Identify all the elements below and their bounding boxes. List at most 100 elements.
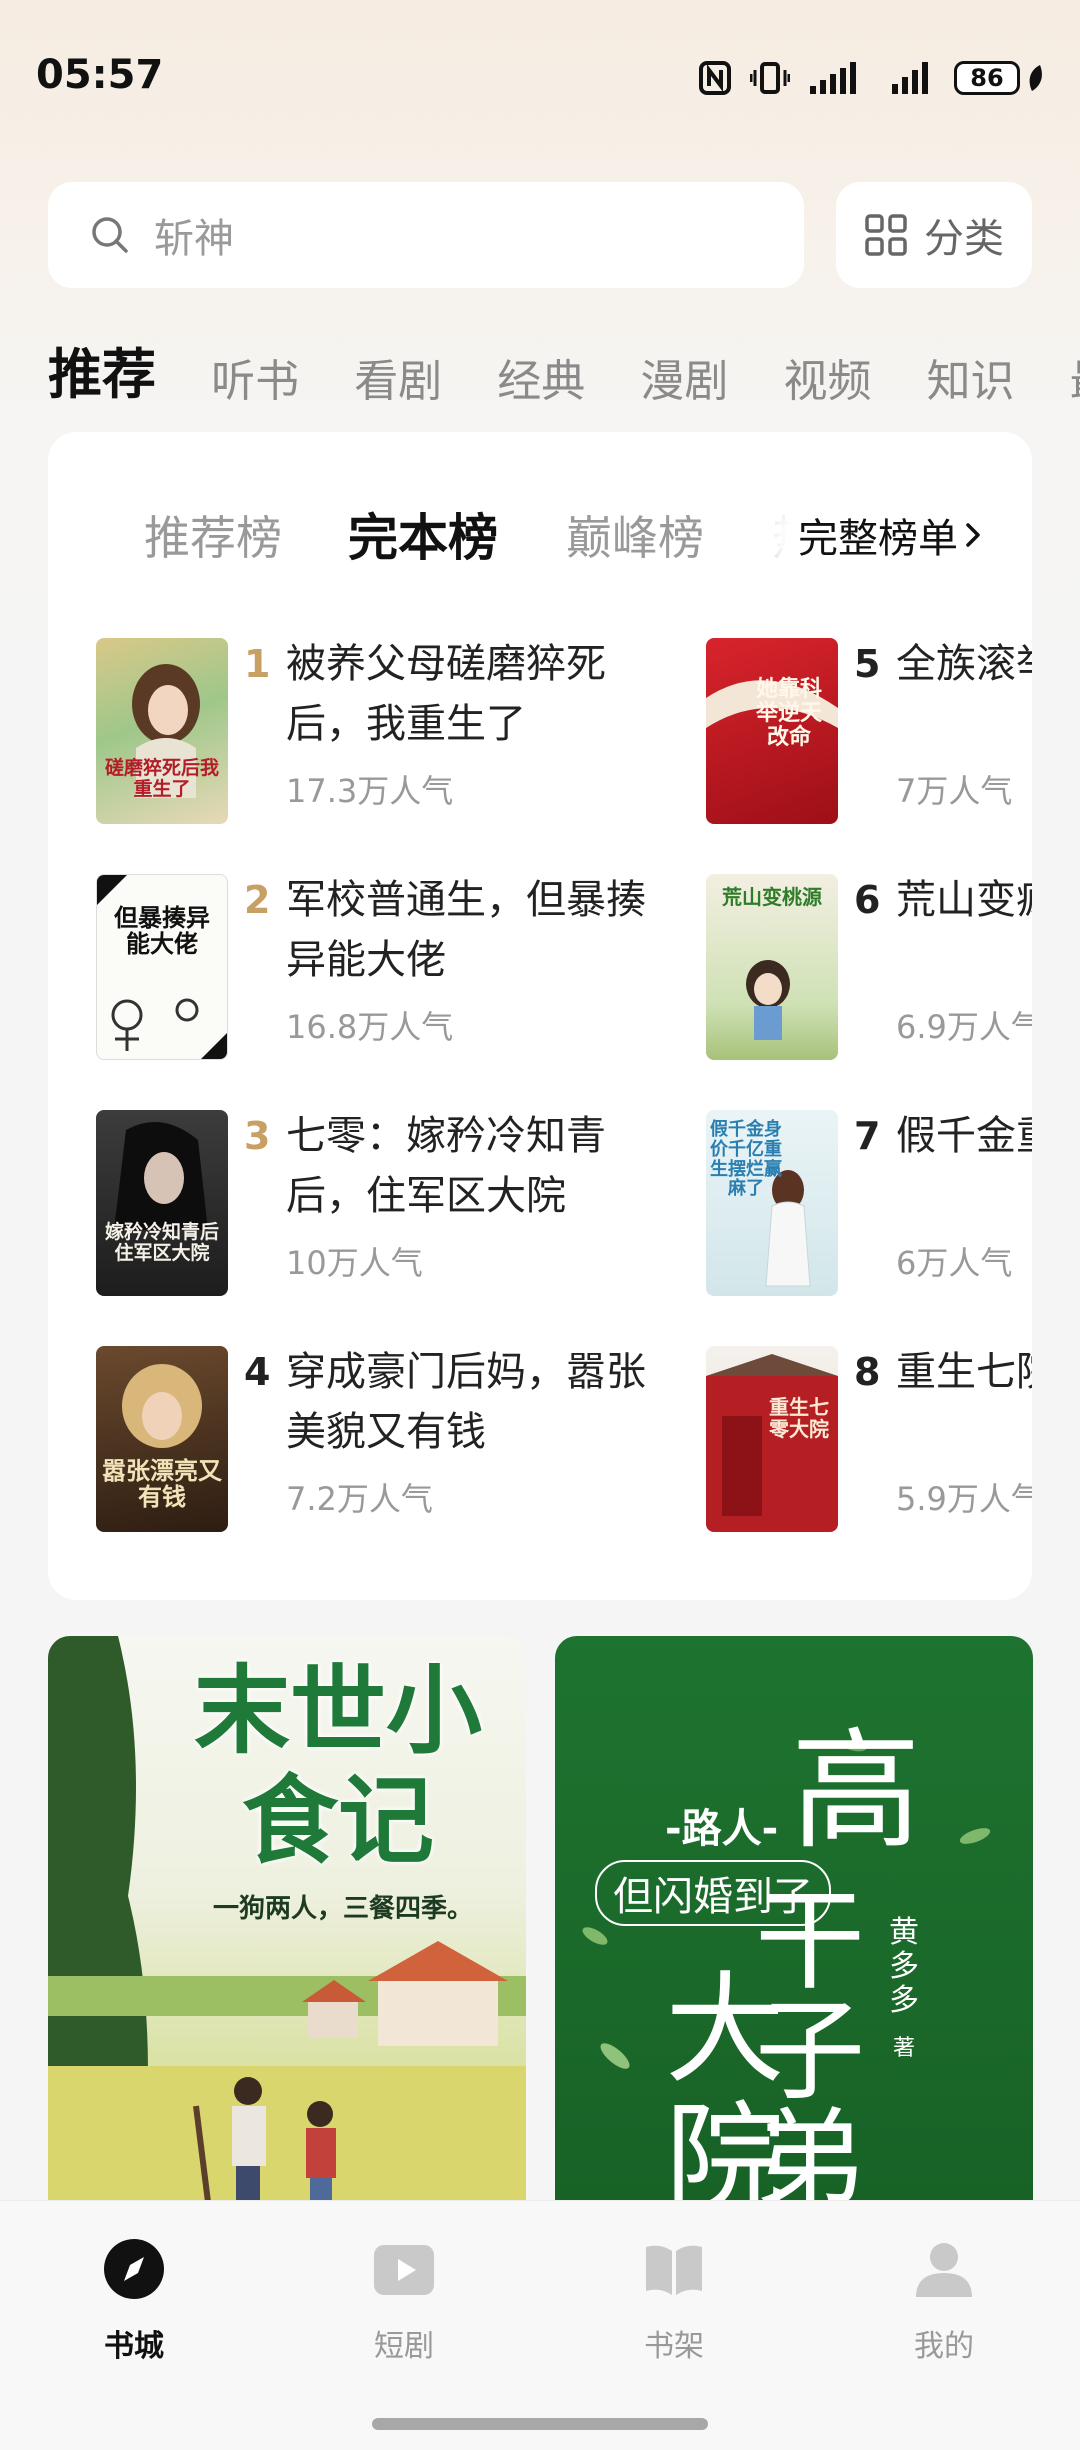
tab-knowledge[interactable]: 知识: [927, 345, 1015, 409]
person-icon: [916, 2243, 972, 2297]
play-icon: [374, 2245, 434, 2295]
book-item-3[interactable]: 嫁矜冷知青后住军区大院 3 七零：嫁矜冷知青后，住军区大院 10万人气: [96, 1110, 656, 1296]
banner-title-b: 干子弟: [755, 1877, 865, 2225]
cover-text: 但暴揍异能大佬: [114, 904, 210, 959]
banner-author: 黄多多: [889, 1915, 919, 2018]
nav-bookstore[interactable]: 书城: [34, 2237, 234, 2365]
book-popularity: 6.9万人气: [896, 1008, 1032, 1046]
nav-label: 我的: [914, 2329, 974, 2364]
rank-number: 8: [854, 1350, 881, 1394]
banner-book-2[interactable]: -路人- 但闪婚到了 高 干子弟 大院 黄多多 著: [555, 1636, 1033, 2276]
category-button[interactable]: 分类: [836, 182, 1032, 288]
book-popularity: 7.2万人气: [286, 1480, 433, 1518]
rank-number: 3: [244, 1114, 271, 1158]
book-cover: 重生七零大院: [706, 1346, 838, 1532]
book-title: 被养父母磋磨猝死后，我重生了: [286, 641, 606, 747]
cover-text: 磋磨猝死后我重生了: [104, 757, 219, 800]
status-time: 05:57: [36, 52, 164, 98]
book-cover: 嚣张漂亮又有钱: [96, 1346, 228, 1532]
bottom-nav: 书城 短剧 书架 我的: [0, 2200, 1080, 2450]
book-icon: [646, 2245, 702, 2295]
banner-title: 末世小食记: [194, 1655, 482, 1877]
banner-book-1[interactable]: 末世小食记 一狗两人，三餐四季。: [48, 1636, 526, 2276]
battery-level: 86: [954, 61, 1020, 95]
nav-label: 书城: [104, 2329, 164, 2364]
rank-tab-recommend[interactable]: 推荐榜: [144, 502, 282, 568]
category-label: 分类: [924, 216, 1004, 262]
book-title: 七零：嫁矜冷知青后，住军区大院: [286, 1113, 606, 1219]
book-cover: 但暴揍异能大佬: [96, 874, 228, 1060]
chevron-right-icon: [966, 523, 980, 547]
tab-drama[interactable]: 看剧: [354, 345, 442, 409]
rank-number: 1: [244, 642, 271, 686]
book-item-8[interactable]: 重生七零大院 8 重生七院趣事 5.9万人气: [706, 1346, 1032, 1532]
banner-small-title: -路人-: [665, 1806, 779, 1852]
book-popularity: 17.3万人气: [286, 772, 454, 810]
nav-label: 短剧: [374, 2329, 434, 2364]
cover-text: 荒山变桃源: [722, 885, 822, 909]
cover-text: 嫁矜冷知青后住军区大院: [104, 1221, 219, 1264]
book-title: 全族滚举逆天: [896, 641, 1032, 687]
search-placeholder: 斩神: [154, 216, 234, 262]
book-cover: 嫁矜冷知青后住军区大院: [96, 1110, 228, 1296]
full-list-button[interactable]: 完整榜单: [788, 498, 988, 572]
book-item-6[interactable]: 荒山变桃源 6 荒山变疯抢桃 6.9万人气: [706, 874, 1032, 1060]
status-icons: 86: [698, 58, 1044, 98]
search-icon: [90, 215, 130, 255]
leaf-icon: [1029, 65, 1042, 91]
rank-number: 7: [854, 1114, 881, 1158]
book-title: 荒山变疯抢桃: [896, 877, 1032, 923]
banner-title-c: 大院: [665, 1961, 785, 2230]
tab-recommend[interactable]: 推荐: [48, 330, 156, 409]
cover-text: 重生七零大院: [769, 1395, 829, 1441]
nav-label: 书架: [644, 2329, 704, 2364]
rank-tab-completed[interactable]: 完本榜: [348, 498, 498, 570]
tab-audiobook[interactable]: 听书: [211, 345, 299, 409]
book-title: 假千金重生摆: [896, 1113, 1032, 1159]
tab-more[interactable]: 最: [1070, 345, 1080, 409]
book-title: 重生七院趣事: [896, 1349, 1032, 1395]
book-item-4[interactable]: 嚣张漂亮又有钱 4 穿成豪门后妈，嚣张美貌又有钱 7.2万人气: [96, 1346, 656, 1532]
top-tabs: 推荐 听书 看剧 经典 漫剧 视频 知识 最: [48, 330, 1080, 410]
banner-subtitle: 一狗两人，三餐四季。: [212, 1894, 473, 1924]
book-popularity: 5.9万人气: [896, 1480, 1032, 1518]
cover-text: 嚣张漂亮又有钱: [102, 1457, 222, 1512]
tab-classic[interactable]: 经典: [497, 345, 585, 409]
rank-tab-peak[interactable]: 巅峰榜: [566, 502, 704, 568]
grid-icon: [864, 213, 908, 257]
nav-short-drama[interactable]: 短剧: [304, 2237, 504, 2365]
book-item-5[interactable]: 她靠科举逆天改命 5 全族滚举逆天 7万人气: [706, 638, 1032, 824]
nav-bookshelf[interactable]: 书架: [574, 2237, 774, 2365]
nav-profile[interactable]: 我的: [844, 2237, 1044, 2365]
book-cover: 她靠科举逆天改命: [706, 638, 838, 824]
status-bar: 05:57 86: [0, 0, 1080, 150]
signal-icon-2: [890, 60, 936, 96]
home-indicator[interactable]: [372, 2418, 708, 2430]
search-input[interactable]: 斩神: [48, 182, 804, 288]
book-title: 穿成豪门后妈，嚣张美貌又有钱: [286, 1349, 646, 1455]
battery: 86: [954, 61, 1044, 95]
rank-number: 5: [854, 642, 881, 686]
book-popularity: 6万人气: [896, 1244, 1013, 1282]
vibrate-icon: [750, 60, 790, 96]
rank-number: 2: [244, 878, 271, 922]
rank-number: 4: [244, 1350, 271, 1394]
banner-title-a: 高: [791, 1715, 922, 1867]
nfc-icon: [698, 60, 732, 96]
book-popularity: 10万人气: [286, 1244, 423, 1282]
tab-comic-drama[interactable]: 漫剧: [640, 345, 728, 409]
book-cover: 假千金身价千亿重生摆烂赢麻了: [706, 1110, 838, 1296]
book-item-7[interactable]: 假千金身价千亿重生摆烂赢麻了 7 假千金重生摆 6万人气: [706, 1110, 1032, 1296]
cover-text: 她靠科举逆天改命: [755, 677, 822, 751]
book-item-2[interactable]: 但暴揍异能大佬 2 军校普通生，但暴揍异能大佬 16.8万人气: [96, 874, 656, 1060]
book-item-1[interactable]: 磋磨猝死后我重生了 1 被养父母磋磨猝死后，我重生了 17.3万人气: [96, 638, 656, 824]
book-title: 军校普通生，但暴揍异能大佬: [286, 877, 646, 983]
book-cover: 磋磨猝死后我重生了: [96, 638, 228, 824]
cover-text: 假千金身价千亿重生摆烂赢麻了: [710, 1119, 782, 1200]
tab-video[interactable]: 视频: [783, 345, 871, 409]
book-cover: 荒山变桃源: [706, 874, 838, 1060]
compass-icon: [104, 2239, 164, 2299]
book-popularity: 16.8万人气: [286, 1008, 454, 1046]
banner-author-suffix: 著: [893, 2036, 916, 2061]
full-list-label: 完整榜单: [798, 516, 958, 562]
